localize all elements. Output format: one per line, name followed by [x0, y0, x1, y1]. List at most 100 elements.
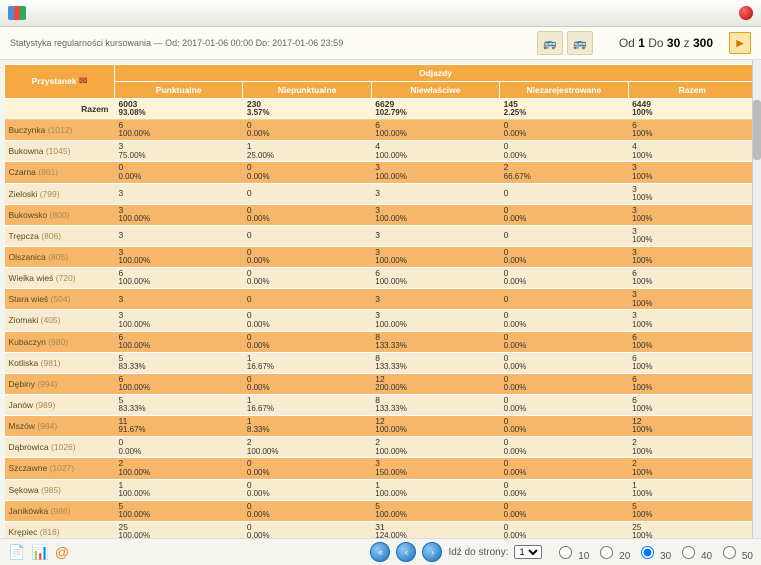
totals-cell: 2303.57%	[243, 99, 371, 120]
table-row[interactable]: Trępcza (806)30303100%	[5, 225, 757, 246]
value-cell: 3	[371, 225, 499, 246]
stop-cell: Bukowna (1045)	[5, 141, 115, 162]
value-cell: 00.00%	[500, 500, 628, 521]
value-cell: 00.00%	[115, 162, 243, 183]
value-cell: 5100.00%	[371, 500, 499, 521]
value-cell: 31124.00%	[371, 521, 499, 538]
table-row[interactable]: Dąbrowica (1026)00.00%2100.00%2100.00%00…	[5, 437, 757, 458]
value-cell: 3100%	[628, 246, 756, 267]
value-cell: 3100%	[628, 289, 756, 310]
page-size-radio[interactable]	[723, 546, 736, 559]
scrollbar[interactable]	[752, 60, 761, 538]
value-cell: 3	[115, 225, 243, 246]
value-cell: 1191.67%	[115, 416, 243, 437]
totals-cell: 1452.25%	[500, 99, 628, 120]
value-cell: 3100.00%	[115, 310, 243, 331]
value-cell: 00.00%	[500, 246, 628, 267]
pdf-icon[interactable]: 📄	[8, 544, 25, 561]
page-size-radio[interactable]	[682, 546, 695, 559]
page-size-10[interactable]: 10	[554, 551, 589, 562]
col-1[interactable]: Niepunktualne	[243, 82, 371, 99]
table-row[interactable]: Janów (989)583.33%116.67%8133.33%00.00%6…	[5, 394, 757, 415]
stop-cell: Buczynka (1012)	[5, 120, 115, 141]
value-cell: 00.00%	[243, 521, 371, 538]
table-row[interactable]: Stara wieś (504)30303100%	[5, 289, 757, 310]
value-cell: 00.00%	[500, 458, 628, 479]
table-row[interactable]: Kubaczyn (980)6100.00%00.00%8133.33%00.0…	[5, 331, 757, 352]
envelope-icon[interactable]: ✉	[79, 76, 87, 87]
prev-page-button[interactable]: ‹	[396, 542, 416, 562]
value-cell: 0	[500, 225, 628, 246]
pager-from: 1	[638, 36, 645, 50]
next-page-button[interactable]: ▶	[729, 32, 751, 54]
value-cell: 3100.00%	[371, 246, 499, 267]
page-size-20[interactable]: 20	[595, 551, 630, 562]
col-group: Odjazdy	[115, 65, 757, 82]
col-4[interactable]: Razem	[628, 82, 756, 99]
col-3[interactable]: Niezarejestrowane	[500, 82, 628, 99]
table-row[interactable]: Mszów (984)1191.67%18.33%12100.00%00.00%…	[5, 416, 757, 437]
value-cell: 0	[500, 183, 628, 204]
table-row[interactable]: Szczawne (1027)2100.00%00.00%3150.00%00.…	[5, 458, 757, 479]
table-row[interactable]: Ziomaki (405)3100.00%00.00%3100.00%00.00…	[5, 310, 757, 331]
next-page-button-footer[interactable]: ›	[422, 542, 442, 562]
content-area: Przystanek ✉ Odjazdy PunktualneNiepunktu…	[0, 60, 761, 538]
value-cell: 375.00%	[115, 141, 243, 162]
page-size-30[interactable]: 30	[636, 551, 671, 562]
page-size-radio[interactable]	[559, 546, 572, 559]
value-cell: 8133.33%	[371, 394, 499, 415]
value-cell: 1100.00%	[371, 479, 499, 500]
table-row[interactable]: Bukowsko (800)3100.00%00.00%3100.00%00.0…	[5, 204, 757, 225]
table-row[interactable]: Zieloski (799)30303100%	[5, 183, 757, 204]
value-cell: 8133.33%	[371, 352, 499, 373]
value-cell: 583.33%	[115, 352, 243, 373]
value-cell: 2100%	[628, 458, 756, 479]
value-cell: 3100.00%	[371, 162, 499, 183]
page-size-50[interactable]: 50	[718, 551, 753, 562]
bus-arrivals-icon[interactable]: 🚌	[567, 31, 593, 55]
table-row[interactable]: Olszanica (805)3100.00%00.00%3100.00%00.…	[5, 246, 757, 267]
page-size-radio[interactable]	[641, 546, 654, 559]
value-cell: 6100%	[628, 373, 756, 394]
stop-cell: Krępiec (816)	[5, 521, 115, 538]
pager-do: Do	[648, 36, 663, 50]
page-size-radio[interactable]	[600, 546, 613, 559]
table-row[interactable]: Krępiec (816)25100.00%00.00%31124.00%00.…	[5, 521, 757, 538]
value-cell: 6100%	[628, 331, 756, 352]
value-cell: 8133.33%	[371, 331, 499, 352]
value-cell: 6100%	[628, 268, 756, 289]
table-row[interactable]: Janikówka (986)5100.00%00.00%5100.00%00.…	[5, 500, 757, 521]
value-cell: 266.67%	[500, 162, 628, 183]
value-cell: 3100.00%	[371, 310, 499, 331]
scrollbar-thumb[interactable]	[753, 100, 761, 160]
table-row[interactable]: Wielka wieś (720)6100.00%00.00%6100.00%0…	[5, 268, 757, 289]
value-cell: 00.00%	[500, 120, 628, 141]
excel-icon[interactable]: 📊	[31, 544, 48, 561]
table-row[interactable]: Bukowna (1045)375.00%125.00%4100.00%00.0…	[5, 141, 757, 162]
table-row[interactable]: Dębiny (994)6100.00%00.00%12200.00%00.00…	[5, 373, 757, 394]
pager-od: Od	[619, 36, 635, 50]
stop-cell: Bukowsko (800)	[5, 204, 115, 225]
col-0[interactable]: Punktualne	[115, 82, 243, 99]
value-cell: 12100.00%	[371, 416, 499, 437]
page-size-40[interactable]: 40	[677, 551, 712, 562]
value-cell: 2100.00%	[243, 437, 371, 458]
col-2[interactable]: Niewłaściwe	[371, 82, 499, 99]
value-cell: 6100%	[628, 120, 756, 141]
table-row[interactable]: Kotliska (981)583.33%116.67%8133.33%00.0…	[5, 352, 757, 373]
table-row[interactable]: Sękowa (985)1100.00%00.00%1100.00%00.00%…	[5, 479, 757, 500]
stats-table: Przystanek ✉ Odjazdy PunktualneNiepunktu…	[4, 64, 757, 538]
first-page-button[interactable]: «	[370, 542, 390, 562]
bus-departures-icon[interactable]: 🚌	[537, 31, 563, 55]
table-row[interactable]: Czarna (861)00.00%00.00%3100.00%266.67%3…	[5, 162, 757, 183]
table-row[interactable]: Buczynka (1012)6100.00%00.00%6100.00%00.…	[5, 120, 757, 141]
value-cell: 1100%	[628, 479, 756, 500]
goto-page-select[interactable]: 1	[514, 545, 542, 559]
value-cell: 2100.00%	[371, 437, 499, 458]
value-cell: 00.00%	[500, 521, 628, 538]
email-icon[interactable]: @	[55, 544, 69, 560]
col-stop[interactable]: Przystanek ✉	[5, 65, 115, 99]
value-cell: 4100.00%	[371, 141, 499, 162]
close-icon[interactable]	[739, 6, 753, 20]
value-cell: 5100%	[628, 500, 756, 521]
